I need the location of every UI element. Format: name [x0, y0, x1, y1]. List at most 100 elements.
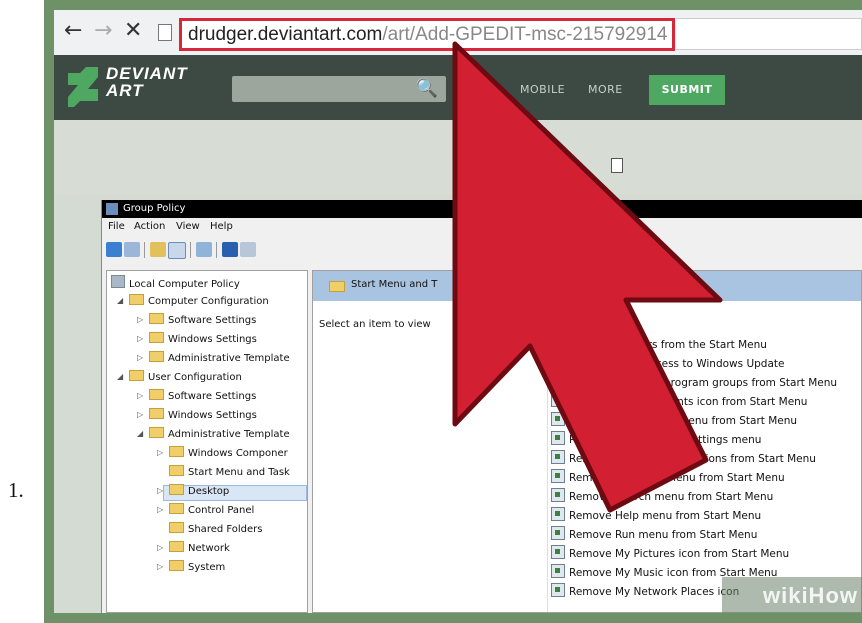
setting-label: Remove Favorites menu from Start Menu: [569, 472, 785, 484]
search-icon[interactable]: 🔍: [416, 78, 438, 99]
folder-icon: [149, 408, 164, 419]
collapse-arrow-icon[interactable]: ▷: [137, 351, 143, 364]
folder-icon: [169, 503, 184, 514]
up-folder-icon[interactable]: [150, 242, 166, 257]
tree-item-label: Desktop: [188, 486, 230, 497]
folder-icon: [149, 351, 164, 362]
browser-toolbar: ← → ✕ drudger.deviantart.com/art/Add-GPE…: [54, 10, 862, 56]
tree-item[interactable]: Desktop: [169, 484, 229, 498]
page-icon: [158, 24, 172, 41]
url-text: drudger.deviantart.com/art/Add-GPEDIT-ms…: [188, 24, 667, 46]
toolbar: [102, 238, 862, 262]
collapse-arrow-icon[interactable]: ▷: [137, 389, 143, 402]
setting-row[interactable]: Remove programs on Settings menu: [551, 431, 761, 447]
menu-action[interactable]: Action: [134, 221, 165, 232]
group-policy-window: Group Policy File Action View Help Local…: [101, 200, 862, 613]
description-text-end: scription.: [485, 319, 533, 330]
setting-icon: [551, 507, 565, 521]
folder-icon: [169, 484, 184, 495]
policy-icon: [111, 275, 125, 288]
nav-more-link[interactable]: MORE: [588, 83, 623, 96]
setting-row[interactable]: Remove My Pictures icon from Start Menu: [551, 545, 789, 561]
collapse-arrow-icon[interactable]: ▷: [157, 560, 163, 573]
folder-icon: [169, 522, 184, 533]
collapse-arrow-icon[interactable]: ▷: [157, 484, 163, 497]
folder-icon: [169, 541, 184, 552]
deviantart-search-input[interactable]: 🔍: [232, 76, 446, 102]
tree-item[interactable]: Windows Componer: [169, 446, 288, 460]
expand-arrow-icon[interactable]: ◢: [137, 427, 143, 440]
tree-item[interactable]: Windows Settings: [149, 332, 257, 346]
setting-row[interactable]: Remove Favorites menu from Start Menu: [551, 469, 785, 485]
menu-help[interactable]: Help: [210, 221, 233, 232]
folder-icon: [149, 332, 164, 343]
folder-icon: [149, 313, 164, 324]
setting-icon: [551, 583, 565, 597]
stop-loading-icon[interactable]: ✕: [124, 19, 142, 43]
tree-item[interactable]: Software Settings: [149, 313, 256, 327]
tree-item[interactable]: System: [169, 560, 225, 574]
export-list-icon[interactable]: [196, 242, 212, 257]
tree-item[interactable]: Local Computer Policy: [111, 275, 240, 291]
setting-label: Remove common program groups from Start …: [569, 377, 838, 389]
setting-label: Remove Documents menu from Start Menu: [569, 415, 798, 427]
tree-item[interactable]: Computer Configuration: [129, 294, 269, 308]
logo-line-2: ART: [106, 81, 144, 100]
setting-row[interactable]: nks and access to Windows Update: [551, 355, 784, 371]
setting-row[interactable]: Remove common program groups from Start …: [551, 374, 837, 390]
collapse-arrow-icon[interactable]: ▷: [137, 408, 143, 421]
menu-view[interactable]: View: [176, 221, 200, 232]
collapse-arrow-icon[interactable]: ▷: [137, 313, 143, 326]
collapse-arrow-icon[interactable]: ▷: [137, 332, 143, 345]
url-domain: drudger.deviantart.com: [188, 24, 383, 45]
forward-arrow-icon[interactable]: →: [94, 19, 112, 43]
setting-row[interactable]: Remove Network Connections from Start Me…: [551, 450, 816, 466]
setting-icon: [551, 526, 565, 540]
folder-icon: [169, 446, 184, 457]
setting-row[interactable]: Remove Help menu from Start Menu: [551, 507, 761, 523]
show-hide-tree-icon[interactable]: [168, 242, 186, 259]
address-bar[interactable]: drudger.deviantart.com/art/Add-GPEDIT-ms…: [179, 18, 675, 51]
tree-item[interactable]: Windows Settings: [149, 408, 257, 422]
tree-item[interactable]: Administrative Template: [149, 427, 290, 441]
back-icon[interactable]: [106, 242, 122, 257]
deviantart-logo-icon[interactable]: [66, 67, 100, 107]
tree-item[interactable]: Shared Folders: [169, 522, 263, 536]
submit-button[interactable]: SUBMIT: [649, 75, 725, 105]
collapse-arrow-icon[interactable]: ▷: [157, 446, 163, 459]
back-arrow-icon[interactable]: ←: [64, 19, 82, 43]
tree-item[interactable]: User Configuration: [129, 370, 242, 384]
menu-file[interactable]: File: [108, 221, 125, 232]
setting-label: Remove programs on Settings menu: [569, 434, 762, 446]
url-path: /art/Add-GPEDIT-msc-215792914: [382, 24, 668, 45]
setting-row[interactable]: Remove My Network Places icon: [551, 583, 739, 599]
setting-row[interactable]: Remove Search menu from Start Menu: [551, 488, 773, 504]
collapse-arrow-icon[interactable]: ▷: [157, 503, 163, 516]
setting-icon: [551, 374, 565, 388]
setting-label: Remove Run menu from Start Menu: [569, 529, 758, 541]
expand-arrow-icon[interactable]: ◢: [117, 294, 123, 307]
setting-row[interactable]: Remove Run menu from Start Menu: [551, 526, 757, 542]
forward-icon[interactable]: [124, 242, 140, 257]
tree-item[interactable]: Control Panel: [169, 503, 254, 517]
setting-label: Remove Network Connections from Start Me…: [569, 453, 816, 465]
tree-item-selected[interactable]: Start Menu and Task: [169, 465, 290, 479]
tree-item[interactable]: Software Settings: [149, 389, 256, 403]
properties-icon[interactable]: [240, 242, 256, 257]
expand-arrow-icon[interactable]: ◢: [117, 370, 123, 383]
setting-row[interactable]: er's folders from the Start Menu: [551, 336, 767, 352]
tree-item[interactable]: Administrative Template: [149, 351, 290, 365]
setting-row[interactable]: Remove My Documents icon from Start Menu: [551, 393, 807, 409]
setting-icon: [551, 488, 565, 502]
address-bar-remainder[interactable]: [676, 18, 862, 50]
tree-item[interactable]: Network: [169, 541, 230, 555]
setting-row[interactable]: Remove Documents menu from Start Menu: [551, 412, 797, 428]
step-number: 1.: [8, 478, 24, 502]
setting-icon: [551, 393, 565, 407]
collapse-arrow-icon[interactable]: ▷: [157, 541, 163, 554]
help-icon[interactable]: [222, 242, 238, 257]
tree-item-label: Control Panel: [188, 505, 255, 516]
deviantart-logo-text[interactable]: DEVIANT ART: [106, 65, 188, 99]
details-header-title: Start Menu and T: [351, 279, 438, 290]
nav-mobile-link[interactable]: MOBILE: [520, 83, 565, 96]
